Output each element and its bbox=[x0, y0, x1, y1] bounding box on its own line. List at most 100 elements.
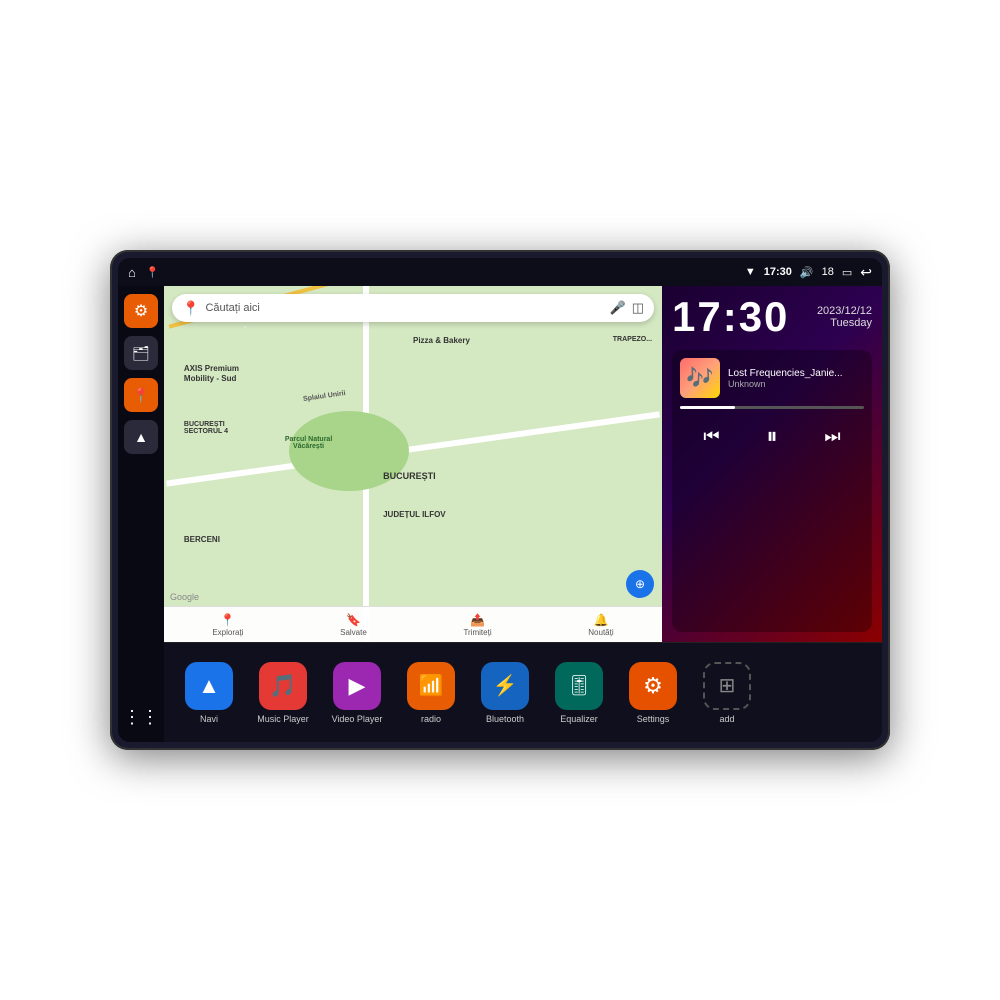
status-right: ▼ 17:30 🔊 18 ▭ ↩ bbox=[745, 264, 872, 281]
map-bottom-nav: 📍 Explorați 🔖 Salvate 📤 Trimiteți bbox=[164, 606, 662, 642]
map-pin-icon: 📍 bbox=[132, 387, 149, 404]
music-track-info: 🎶 Lost Frequencies_Janie... Unknown bbox=[680, 358, 864, 398]
app-grid: ▲ Navi 🎵 Music Player ▶ bbox=[164, 642, 882, 742]
battery-icon: ▭ bbox=[842, 266, 852, 279]
map-label-ilfov: JUDEȚUL ILFOV bbox=[383, 510, 446, 519]
share-label: Trimiteți bbox=[463, 628, 491, 637]
news-label: Noutăți bbox=[588, 628, 613, 637]
app-add[interactable]: ⊞ add bbox=[692, 662, 762, 724]
settings-app-icon: ⚙ bbox=[629, 662, 677, 710]
clock-section: 17:30 2023/12/12 Tuesday bbox=[672, 296, 872, 338]
bluetooth-icon: ⚡ bbox=[481, 662, 529, 710]
add-icon: ⊞ bbox=[703, 662, 751, 710]
track-artist: Unknown bbox=[728, 379, 864, 389]
radio-label: radio bbox=[421, 714, 441, 724]
equalizer-icon: 🎚 bbox=[555, 662, 603, 710]
music-icon: 🎵 bbox=[259, 662, 307, 710]
locate-icon: ⊕ bbox=[635, 577, 645, 591]
video-icon: ▶ bbox=[333, 662, 381, 710]
map-label-axis: AXIS PremiumMobility - Sud bbox=[184, 364, 244, 383]
track-details: Lost Frequencies_Janie... Unknown bbox=[728, 368, 864, 389]
status-bar: ⌂ 📍 ▼ 17:30 🔊 18 ▭ ↩ bbox=[118, 258, 882, 286]
settings-icon: ⚙ bbox=[134, 301, 148, 321]
progress-bar[interactable] bbox=[680, 406, 864, 409]
music-label: Music Player bbox=[257, 714, 309, 724]
sidebar-files-btn[interactable]: 🗂 bbox=[124, 336, 158, 370]
left-sidebar: ⚙ 🗂 📍 ▲ ⋮⋮ bbox=[118, 286, 164, 742]
album-art: 🎶 bbox=[680, 358, 720, 398]
map-label-bucuresti: BUCUREȘTI bbox=[383, 471, 436, 481]
status-time: 17:30 bbox=[764, 266, 792, 278]
track-name: Lost Frequencies_Janie... bbox=[728, 368, 864, 379]
clock-time: 17:30 bbox=[672, 296, 789, 338]
center-content: AXIS PremiumMobility - Sud Pizza & Baker… bbox=[164, 286, 882, 742]
prev-btn[interactable]: ⏮ bbox=[699, 422, 723, 451]
radio-icon: 📶 bbox=[407, 662, 455, 710]
wifi-icon: ▼ bbox=[745, 266, 756, 278]
navi-icon: ▲ bbox=[185, 662, 233, 710]
app-equalizer[interactable]: 🎚 Equalizer bbox=[544, 662, 614, 724]
back-icon[interactable]: ↩ bbox=[860, 264, 872, 281]
map-label-parc: Parcul NaturalVăcărești bbox=[274, 436, 344, 450]
status-left: ⌂ 📍 bbox=[128, 265, 160, 280]
navigation-icon: ▲ bbox=[134, 429, 148, 445]
map-label-splai: Splaiul Unirii bbox=[303, 390, 346, 403]
map-icon[interactable]: 📍 bbox=[146, 266, 160, 279]
star-decor bbox=[244, 326, 246, 328]
files-icon: 🗂 bbox=[132, 345, 150, 362]
saved-label: Salvate bbox=[340, 628, 367, 637]
battery-level: 18 bbox=[822, 266, 834, 278]
map-search-bar[interactable]: 📍 Căutați aici 🎤 ◫ bbox=[172, 294, 654, 322]
pause-btn[interactable]: ⏸ bbox=[762, 419, 781, 453]
clock-date: 2023/12/12 Tuesday bbox=[817, 305, 872, 329]
add-label: add bbox=[719, 714, 734, 724]
map-nav-explore[interactable]: 📍 Explorați bbox=[212, 613, 243, 637]
home-icon[interactable]: ⌂ bbox=[128, 265, 136, 280]
music-controls: ⏮ ⏸ ⏭ bbox=[680, 419, 864, 453]
sidebar-maps-btn[interactable]: 📍 bbox=[124, 378, 158, 412]
screen: ⌂ 📍 ▼ 17:30 🔊 18 ▭ ↩ ⚙ 🗂 bbox=[118, 258, 882, 742]
navi-label: Navi bbox=[200, 714, 218, 724]
map-area[interactable]: AXIS PremiumMobility - Sud Pizza & Baker… bbox=[164, 286, 662, 642]
car-head-unit: ⌂ 📍 ▼ 17:30 🔊 18 ▭ ↩ ⚙ 🗂 bbox=[110, 250, 890, 750]
right-panel: 17:30 2023/12/12 Tuesday 🎶 bbox=[662, 286, 882, 642]
google-maps-icon: 📍 bbox=[182, 300, 199, 317]
map-nav-saved[interactable]: 🔖 Salvate bbox=[340, 613, 367, 637]
app-radio[interactable]: 📶 radio bbox=[396, 662, 466, 724]
top-section: AXIS PremiumMobility - Sud Pizza & Baker… bbox=[164, 286, 882, 642]
map-nav-news[interactable]: 🔔 Noutăți bbox=[588, 613, 613, 637]
saved-icon: 🔖 bbox=[346, 613, 361, 627]
map-search-text: Căutați aici bbox=[205, 302, 603, 314]
next-btn[interactable]: ⏭ bbox=[820, 422, 844, 451]
app-music[interactable]: 🎵 Music Player bbox=[248, 662, 318, 724]
clock-day-value: Tuesday bbox=[817, 317, 872, 329]
map-background: AXIS PremiumMobility - Sud Pizza & Baker… bbox=[164, 286, 662, 642]
sidebar-navi-btn[interactable]: ▲ bbox=[124, 420, 158, 454]
app-settings[interactable]: ⚙ Settings bbox=[618, 662, 688, 724]
main-area: ⚙ 🗂 📍 ▲ ⋮⋮ bbox=[118, 286, 882, 742]
app-video[interactable]: ▶ Video Player bbox=[322, 662, 392, 724]
news-icon: 🔔 bbox=[593, 613, 608, 627]
app-bluetooth[interactable]: ⚡ Bluetooth bbox=[470, 662, 540, 724]
map-label-pizza: Pizza & Bakery bbox=[413, 336, 470, 345]
layers-icon[interactable]: ◫ bbox=[632, 300, 644, 316]
grid-icon: ⋮⋮ bbox=[123, 707, 159, 728]
clock-date-value: 2023/12/12 bbox=[817, 305, 872, 317]
map-label-sectorul4: BUCUREȘTISECTORUL 4 bbox=[184, 421, 228, 435]
explore-icon: 📍 bbox=[220, 613, 235, 627]
sidebar-settings-btn[interactable]: ⚙ bbox=[124, 294, 158, 328]
map-locate-btn[interactable]: ⊕ bbox=[626, 570, 654, 598]
map-label-trapezul: TRAPEZO... bbox=[613, 336, 652, 343]
google-logo: Google bbox=[170, 592, 199, 602]
app-navi[interactable]: ▲ Navi bbox=[174, 662, 244, 724]
equalizer-label: Equalizer bbox=[560, 714, 598, 724]
music-player: 🎶 Lost Frequencies_Janie... Unknown bbox=[672, 350, 872, 632]
map-nav-share[interactable]: 📤 Trimiteți bbox=[463, 613, 491, 637]
map-label-berceni: BERCENI bbox=[184, 535, 220, 544]
mic-icon[interactable]: 🎤 bbox=[610, 300, 626, 316]
explore-label: Explorați bbox=[212, 628, 243, 637]
settings-label: Settings bbox=[637, 714, 670, 724]
sidebar-grid-btn[interactable]: ⋮⋮ bbox=[124, 700, 158, 734]
video-label: Video Player bbox=[332, 714, 383, 724]
volume-icon: 🔊 bbox=[800, 266, 814, 279]
